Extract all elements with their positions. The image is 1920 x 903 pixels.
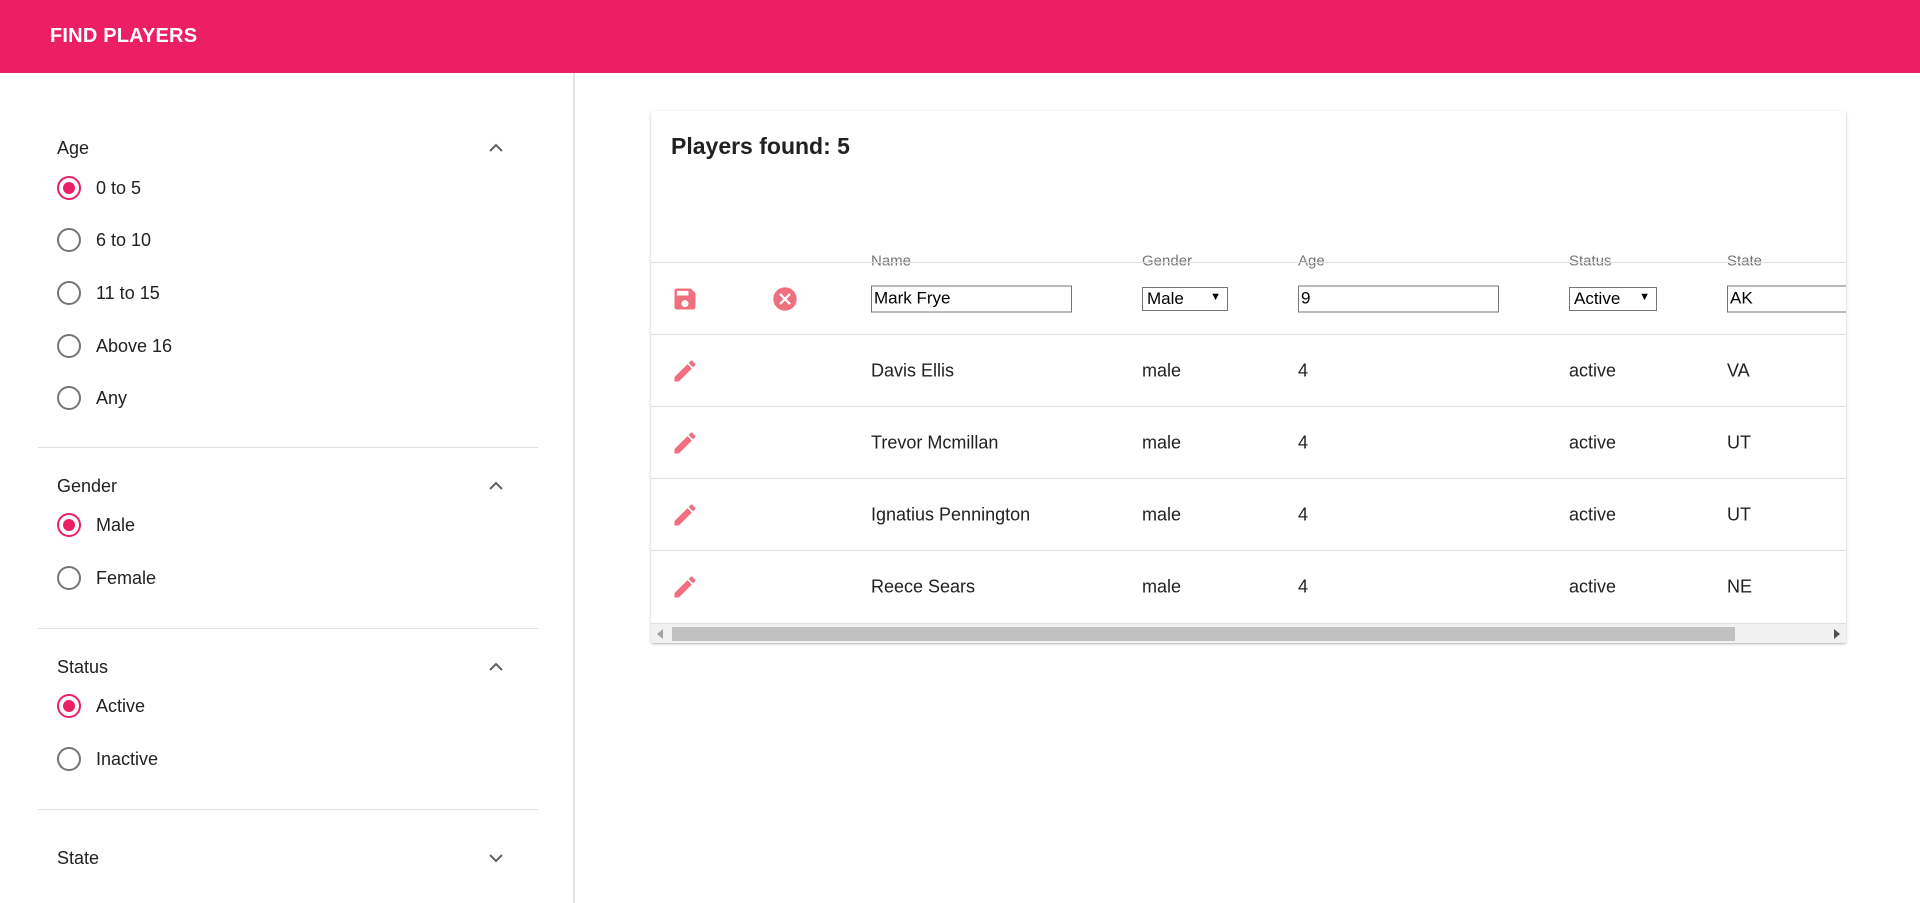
radio-label: Female xyxy=(96,567,157,588)
radio[interactable] xyxy=(57,334,81,358)
dropdown-arrow-icon: ▼ xyxy=(1210,290,1221,303)
cell-gender: male xyxy=(1142,576,1182,596)
dropdown-arrow-icon: ▼ xyxy=(1639,290,1650,303)
table-row-editing: Male ▼ Active ▼ xyxy=(651,262,1846,334)
cell-gender: male xyxy=(1142,504,1182,524)
age-option-11-15[interactable]: 11 to 15 xyxy=(57,278,160,308)
age-option-above-16[interactable]: Above 16 xyxy=(57,331,172,361)
pencil-icon[interactable] xyxy=(671,357,699,385)
table-row: Davis Ellis male 4 active VA xyxy=(651,334,1846,406)
cell-age: 4 xyxy=(1298,576,1309,596)
table-row: Ignatius Pennington male 4 active UT xyxy=(651,478,1846,550)
divider xyxy=(38,809,538,810)
radio-label: 6 to 10 xyxy=(96,229,152,250)
radio-selected[interactable] xyxy=(57,176,81,200)
radio[interactable] xyxy=(57,281,81,305)
pencil-icon[interactable] xyxy=(671,501,699,529)
gender-option-female[interactable]: Female xyxy=(57,563,156,593)
age-option-6-10[interactable]: 6 to 10 xyxy=(57,225,151,255)
radio-selected[interactable] xyxy=(57,513,81,537)
state-filter-header[interactable]: State xyxy=(38,838,538,878)
radio[interactable] xyxy=(57,386,81,410)
radio[interactable] xyxy=(57,228,81,252)
cell-age: 4 xyxy=(1298,504,1309,524)
horizontal-scrollbar[interactable] xyxy=(651,623,1846,643)
cell-name: Ignatius Pennington xyxy=(871,504,1031,524)
cell-status: active xyxy=(1569,432,1617,452)
scroll-right-arrow-icon[interactable] xyxy=(1834,629,1840,639)
chevron-down-icon[interactable] xyxy=(488,850,504,866)
status-select[interactable]: Active ▼ xyxy=(1569,286,1657,311)
status-option-inactive[interactable]: Inactive xyxy=(57,744,158,774)
status-filter-header[interactable]: Status xyxy=(38,647,538,687)
scroll-left-arrow-icon[interactable] xyxy=(657,629,663,639)
cell-status: active xyxy=(1569,504,1617,524)
radio[interactable] xyxy=(57,566,81,590)
divider xyxy=(38,447,538,448)
status-filter-title: Status xyxy=(57,656,109,677)
state-input[interactable] xyxy=(1727,285,1846,312)
status-select-value: Active xyxy=(1574,288,1621,308)
gender-filter-header[interactable]: Gender xyxy=(38,466,538,506)
state-filter-title: State xyxy=(57,847,100,868)
cell-state: NE xyxy=(1727,576,1753,596)
age-option-any[interactable]: Any xyxy=(57,383,127,413)
status-option-active[interactable]: Active xyxy=(57,691,145,721)
divider xyxy=(38,628,538,629)
radio-label: Above 16 xyxy=(96,335,173,356)
age-input[interactable] xyxy=(1298,285,1499,312)
age-filter-header[interactable]: Age xyxy=(38,128,538,168)
chevron-up-icon[interactable] xyxy=(488,478,504,494)
radio-label: 0 to 5 xyxy=(96,177,142,198)
scrollbar-thumb[interactable] xyxy=(672,627,1735,641)
cell-status: active xyxy=(1569,576,1617,596)
app-bar: FIND PLAYERS xyxy=(0,0,1920,73)
gender-option-male[interactable]: Male xyxy=(57,510,135,540)
age-option-0-5[interactable]: 0 to 5 xyxy=(57,173,141,203)
radio-label: Active xyxy=(96,695,146,716)
cell-state: UT xyxy=(1727,504,1751,524)
cell-age: 4 xyxy=(1298,432,1309,452)
cell-status: active xyxy=(1569,360,1617,380)
name-input[interactable] xyxy=(871,285,1072,312)
cell-gender: male xyxy=(1142,360,1182,380)
cell-name: Reece Sears xyxy=(871,576,976,596)
gender-select-value: Male xyxy=(1147,288,1184,308)
chevron-up-icon[interactable] xyxy=(488,659,504,675)
cell-name: Trevor Mcmillan xyxy=(871,432,999,452)
app-title: FIND PLAYERS xyxy=(50,25,198,47)
cancel-icon[interactable] xyxy=(771,285,799,313)
pencil-icon[interactable] xyxy=(671,429,699,457)
cell-state: VA xyxy=(1727,360,1750,380)
cell-name: Davis Ellis xyxy=(871,360,955,380)
radio-label: Inactive xyxy=(96,748,159,769)
radio-selected[interactable] xyxy=(57,694,81,718)
results-count-title: Players found: 5 xyxy=(671,133,850,159)
cell-state: UT xyxy=(1727,432,1751,452)
table-row: Trevor Mcmillan male 4 active UT xyxy=(651,406,1846,478)
radio-label: Any xyxy=(96,387,128,408)
radio-label: Male xyxy=(96,514,136,535)
radio-label: 11 to 15 xyxy=(96,282,160,303)
filter-sidebar: Age 0 to 5 6 to 10 11 to 15 Above 16 Any… xyxy=(0,73,575,903)
age-filter-title: Age xyxy=(57,137,90,158)
results-card: Players found: 5 Name Gender Age Status … xyxy=(651,111,1846,643)
pencil-icon[interactable] xyxy=(671,573,699,601)
chevron-up-icon[interactable] xyxy=(488,140,504,156)
radio[interactable] xyxy=(57,747,81,771)
gender-filter-title: Gender xyxy=(57,475,118,496)
cell-gender: male xyxy=(1142,432,1182,452)
save-icon[interactable] xyxy=(671,285,699,313)
gender-select[interactable]: Male ▼ xyxy=(1142,286,1228,311)
cell-age: 4 xyxy=(1298,360,1309,380)
table-row: Reece Sears male 4 active NE xyxy=(651,550,1846,622)
